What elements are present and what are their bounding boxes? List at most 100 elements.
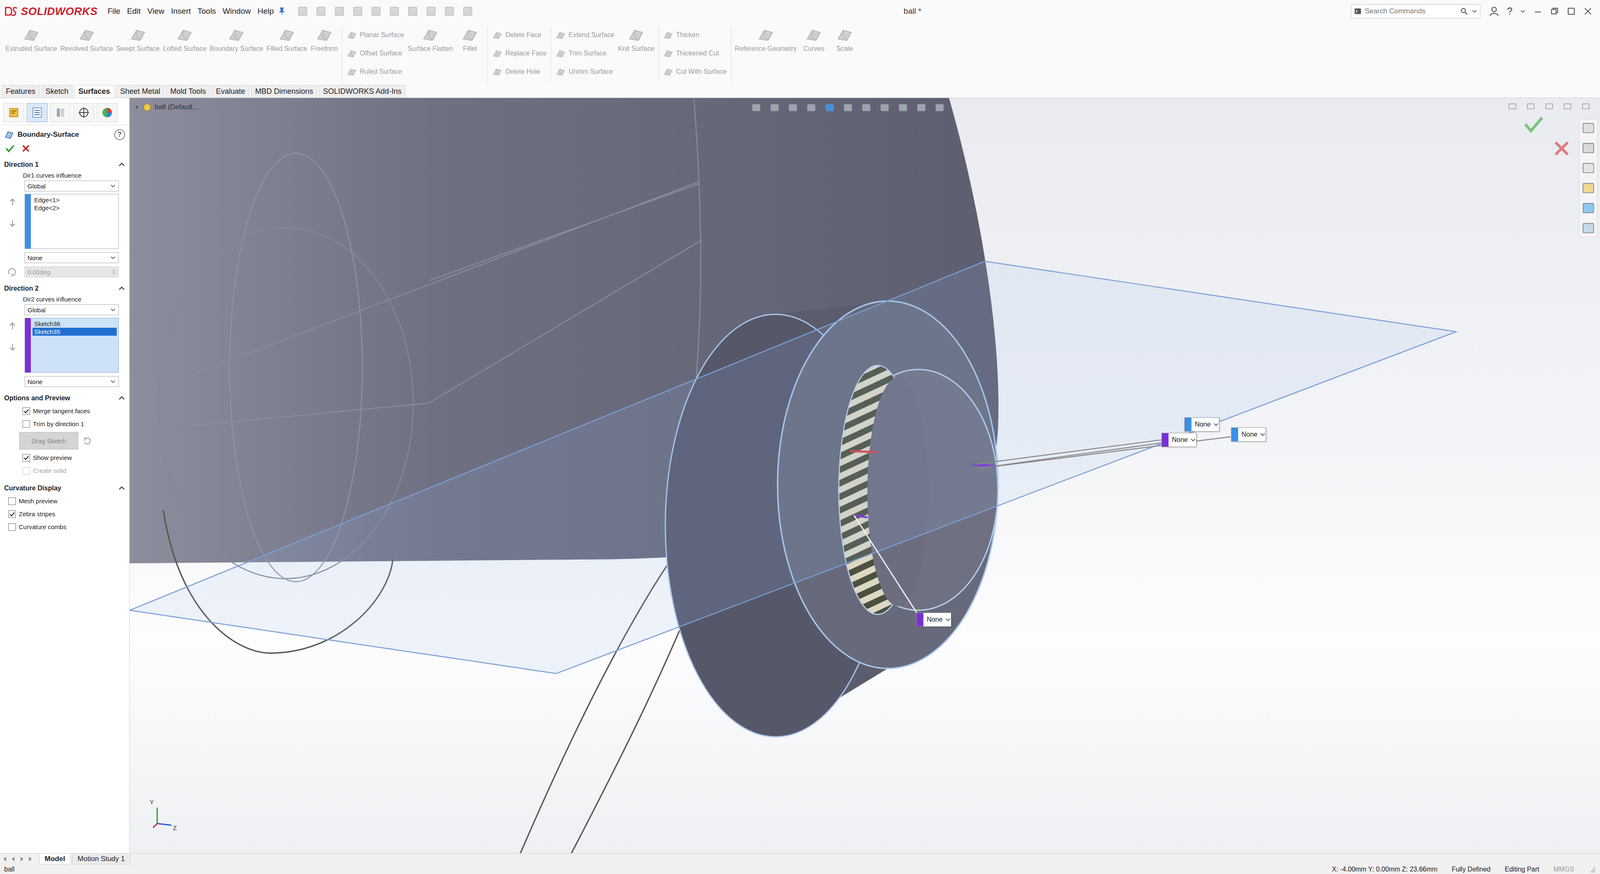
last-icon[interactable] (26, 855, 34, 863)
close-icon[interactable] (1580, 101, 1591, 112)
drag-sketch-button[interactable]: Drag Sketch (19, 431, 79, 450)
checkbox-row[interactable]: Zebra stripes (0, 507, 130, 521)
home-icon[interactable] (296, 5, 309, 18)
minimize-icon[interactable] (1533, 6, 1543, 16)
ribbon-button[interactable]: Freeform (309, 25, 340, 53)
section-view-icon[interactable] (805, 101, 818, 114)
menu-item[interactable]: Edit (123, 5, 145, 18)
open-icon[interactable] (333, 5, 346, 18)
tangency-callout[interactable]: None (916, 612, 952, 627)
collapse-icon[interactable] (118, 161, 126, 169)
ribbon-button[interactable]: Knit Surface (616, 25, 656, 53)
checkbox-row[interactable]: Mesh preview (0, 494, 130, 508)
design-library-icon[interactable] (1581, 140, 1596, 156)
print-icon[interactable] (369, 5, 383, 18)
reference-plane[interactable] (129, 261, 1457, 674)
rebuild-icon[interactable] (424, 5, 438, 18)
first-icon[interactable] (1, 855, 9, 863)
search-field[interactable]: Search Commands (1351, 4, 1481, 19)
curve-item[interactable]: Sketch36 (32, 319, 117, 328)
checkbox-row[interactable]: Show preview (0, 451, 130, 464)
tangency-callout[interactable]: None (1184, 417, 1220, 432)
ribbon-button[interactable]: Ruled Surface (346, 62, 404, 81)
ribbon-button[interactable]: Revolved Surface (59, 25, 115, 53)
chevron-down-icon[interactable] (110, 254, 116, 261)
ribbon-button[interactable]: Offset Surface (346, 44, 404, 63)
undo-icon[interactable] (388, 5, 401, 18)
checkbox-row[interactable]: Curvature combs (0, 520, 130, 534)
chevron-down-icon[interactable] (1471, 8, 1478, 15)
chevron-down-icon[interactable] (1259, 431, 1266, 438)
cancel-icon[interactable] (20, 143, 31, 154)
ok-icon[interactable] (5, 143, 16, 154)
section-header[interactable]: Direction 2 (0, 282, 130, 295)
model-canvas[interactable] (129, 97, 1600, 853)
menu-item[interactable]: Insert (167, 5, 195, 18)
move-up-icon[interactable] (8, 321, 17, 331)
graphics-area[interactable]: ball (Default...NoneNoneNoneNoneYZ (129, 97, 1600, 853)
zoom-fit-icon[interactable] (749, 101, 763, 114)
influence-select[interactable]: Global (24, 180, 119, 192)
next-icon[interactable] (18, 855, 26, 863)
undo-icon[interactable] (82, 436, 92, 446)
checkbox-row[interactable]: Merge tangent faces (0, 404, 130, 418)
file-props-icon[interactable] (443, 5, 456, 18)
command-tab[interactable]: SOLIDWORKS Add-Ins (318, 85, 406, 98)
display-style-icon[interactable] (841, 101, 855, 114)
checkbox[interactable] (22, 453, 31, 462)
view-settings-icon[interactable] (915, 101, 928, 114)
maximize-icon[interactable] (1562, 101, 1573, 112)
close-icon[interactable] (1583, 6, 1593, 16)
chevron-down-icon[interactable] (1519, 8, 1526, 15)
split-icon[interactable] (1525, 101, 1536, 112)
panel-tab[interactable] (50, 102, 71, 123)
ribbon-button[interactable]: Fillet (454, 25, 485, 53)
checkbox[interactable] (22, 407, 31, 415)
chevron-down-icon[interactable] (1190, 436, 1197, 443)
view-palette-icon[interactable] (1581, 180, 1596, 196)
checkbox[interactable] (8, 510, 16, 518)
influence-select[interactable]: Global (24, 304, 119, 316)
ribbon-button[interactable]: Scale (829, 25, 860, 53)
ribbon-button[interactable]: Cut With Surface (662, 62, 727, 81)
checkbox-row[interactable]: Trim by direction 1 (0, 417, 130, 431)
previous-view-icon[interactable] (786, 101, 800, 114)
curve-item[interactable]: Edge<1> (32, 195, 117, 204)
command-tab[interactable]: Evaluate (211, 85, 250, 98)
ribbon-button[interactable]: Curves (798, 25, 829, 53)
file-explorer-icon[interactable] (1581, 160, 1596, 176)
help-button[interactable]: ? (1507, 5, 1513, 18)
angle-field[interactable]: 0.00deg (24, 266, 119, 278)
ribbon-button[interactable]: Planar Surface (346, 25, 404, 45)
command-tab[interactable]: Surfaces (74, 85, 115, 98)
curve-item[interactable]: Sketch35 (32, 327, 117, 336)
new-icon[interactable] (314, 5, 328, 18)
chevron-down-icon[interactable] (110, 183, 116, 189)
search-icon[interactable] (1459, 7, 1469, 16)
tangency-callout[interactable]: None (1161, 432, 1197, 447)
move-up-icon[interactable] (8, 198, 17, 207)
appearances-icon[interactable] (1581, 200, 1596, 216)
confirm-corner-ok[interactable] (1522, 112, 1545, 138)
move-down-icon[interactable] (8, 342, 17, 352)
tangency-select[interactable]: None (24, 252, 119, 264)
ribbon-button[interactable]: Extend Surface (555, 25, 615, 45)
custom-properties-icon[interactable] (1581, 220, 1596, 236)
panel-tab[interactable] (3, 102, 25, 123)
monitor-icon[interactable] (933, 101, 946, 114)
model-tab[interactable]: Model (39, 853, 71, 865)
options-icon[interactable] (461, 5, 474, 18)
hide-show-icon[interactable] (860, 101, 873, 114)
tangency-callout[interactable]: None (1231, 427, 1267, 442)
confirm-corner-cancel[interactable] (1551, 137, 1573, 161)
section-header[interactable]: Curvature Display (0, 481, 130, 495)
ribbon-button[interactable]: Reference Geometry (733, 25, 799, 53)
model-tab[interactable]: Motion Study 1 (72, 853, 131, 865)
command-tab[interactable]: Sheet Metal (115, 85, 165, 98)
tangency-select[interactable]: None (24, 376, 119, 387)
checkbox[interactable] (22, 420, 31, 428)
collapse-icon[interactable] (118, 285, 126, 292)
collapse-icon[interactable] (118, 394, 126, 402)
curves-list[interactable]: Sketch36Sketch35 (24, 317, 119, 373)
status-units[interactable]: MMGS (1553, 865, 1575, 873)
